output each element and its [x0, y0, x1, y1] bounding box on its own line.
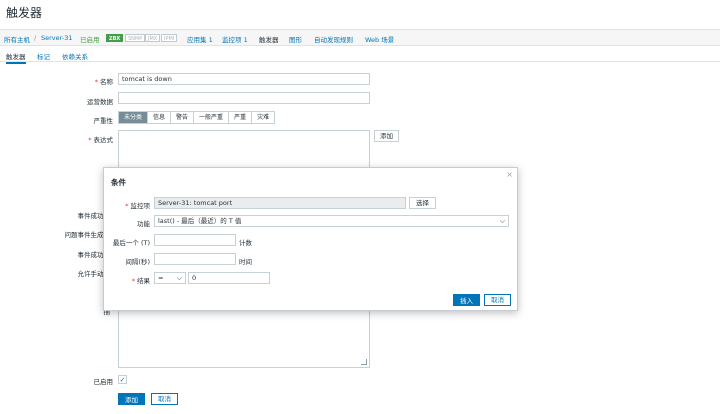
severity-selector: 未分类 信息 警告 一般严重 严重 灾难 — [118, 111, 276, 124]
expression-add-button[interactable]: 添加 — [374, 130, 399, 142]
function-select-value: last() - 最后（最近）的 T 值 — [158, 217, 242, 225]
badge-ipmi: IPMI — [161, 34, 178, 42]
interval-unit: 时间 — [239, 258, 252, 266]
interval-label: 间隔(秒) — [125, 258, 150, 266]
severity-high[interactable]: 严重 — [229, 112, 253, 123]
nav-discovery-rules[interactable]: 自动发现规则 — [314, 34, 353, 44]
dialog-cancel-button[interactable]: 取消 — [484, 294, 511, 306]
side-label-problem-generation: 问题事件生成模 — [64, 231, 111, 239]
tab-tags[interactable]: 标记 — [37, 51, 50, 61]
name-label: * 名称 — [94, 78, 113, 86]
page-title: 触发器 — [6, 6, 43, 20]
severity-warning[interactable]: 警告 — [171, 112, 195, 123]
badge-snmp: SNMP — [125, 34, 146, 42]
enabled-label: 已启用 — [93, 378, 114, 386]
result-label: * 结果 — [131, 277, 150, 285]
side-label-ok-close: 事件成功关 — [77, 251, 111, 259]
operator-value: = — [158, 274, 164, 282]
submit-add-button[interactable]: 添加 — [118, 393, 145, 405]
form-tabs: 触发器 标记 依赖关系 — [0, 49, 720, 64]
side-label-url: U — [0, 287, 110, 295]
chevron-down-icon: ⌵ — [499, 217, 505, 225]
side-label-ok-event: 事件成功迭 — [77, 212, 111, 220]
item-field[interactable]: Server-31: tomcat port — [154, 197, 406, 209]
tab-dependencies[interactable]: 依赖关系 — [62, 51, 88, 61]
side-label-description: 描 — [103, 308, 111, 316]
chevron-down-icon: ⌵ — [176, 274, 182, 282]
severity-not-classified[interactable]: 未分类 — [119, 112, 149, 123]
nav-graphs[interactable]: 图形 — [289, 34, 302, 44]
select-item-button[interactable]: 选择 — [409, 197, 436, 209]
badge-zbx: ZBX — [106, 34, 124, 42]
last-t-unit: 计数 — [239, 239, 252, 247]
interval-input[interactable] — [154, 253, 236, 265]
name-input[interactable]: tomcat is down — [118, 73, 370, 85]
last-t-label: 最后一个 (T) — [112, 239, 150, 247]
nav-items[interactable]: 监控项 1 — [222, 34, 248, 44]
tab-trigger[interactable]: 触发器 — [6, 51, 26, 64]
nav-triggers[interactable]: 触发器 — [259, 34, 279, 44]
opdata-input[interactable] — [118, 92, 370, 104]
host-nav-bar: 所有主机 / Server-31 已启用 ZBX SNMP JMX IPMI 应… — [0, 29, 720, 46]
function-label: 功能 — [137, 220, 150, 228]
severity-disaster[interactable]: 灾难 — [252, 112, 275, 123]
severity-information[interactable]: 信息 — [148, 112, 172, 123]
expression-label: * 表达式 — [88, 136, 113, 144]
host-status[interactable]: 已启用 — [80, 34, 100, 44]
close-icon[interactable]: × — [506, 170, 513, 179]
enabled-checkbox[interactable]: ✓ — [118, 375, 127, 384]
insert-button[interactable]: 插入 — [453, 294, 480, 306]
breadcrumb-all-hosts[interactable]: 所有主机 — [4, 34, 30, 44]
item-label: * 监控项 — [125, 202, 150, 210]
breadcrumb-host[interactable]: Server-31 — [41, 34, 73, 42]
severity-average[interactable]: 一般严重 — [194, 112, 230, 123]
expression-textarea[interactable] — [118, 130, 370, 168]
result-input[interactable]: 0 — [188, 272, 270, 284]
breadcrumb-separator: / — [34, 34, 37, 42]
operator-select[interactable]: = ⌵ — [154, 272, 186, 284]
last-t-input[interactable] — [154, 234, 236, 246]
badge-jmx: JMX — [145, 34, 161, 42]
nav-applications[interactable]: 应用集 1 — [187, 34, 213, 44]
condition-dialog: 条件 × * 监控项 Server-31: tomcat port 选择 功能 l… — [103, 167, 518, 311]
severity-label: 严重性 — [93, 117, 114, 125]
side-label-manual-close: 允许手动关 — [77, 270, 111, 278]
nav-web-scenarios[interactable]: Web 场景 — [365, 34, 394, 44]
function-select[interactable]: last() - 最后（最近）的 T 值 ⌵ — [154, 215, 509, 227]
dialog-title: 条件 — [111, 178, 126, 187]
resize-handle-icon[interactable] — [361, 359, 367, 365]
opdata-label: 运营数据 — [87, 98, 113, 106]
form-cancel-button[interactable]: 取消 — [151, 393, 178, 405]
